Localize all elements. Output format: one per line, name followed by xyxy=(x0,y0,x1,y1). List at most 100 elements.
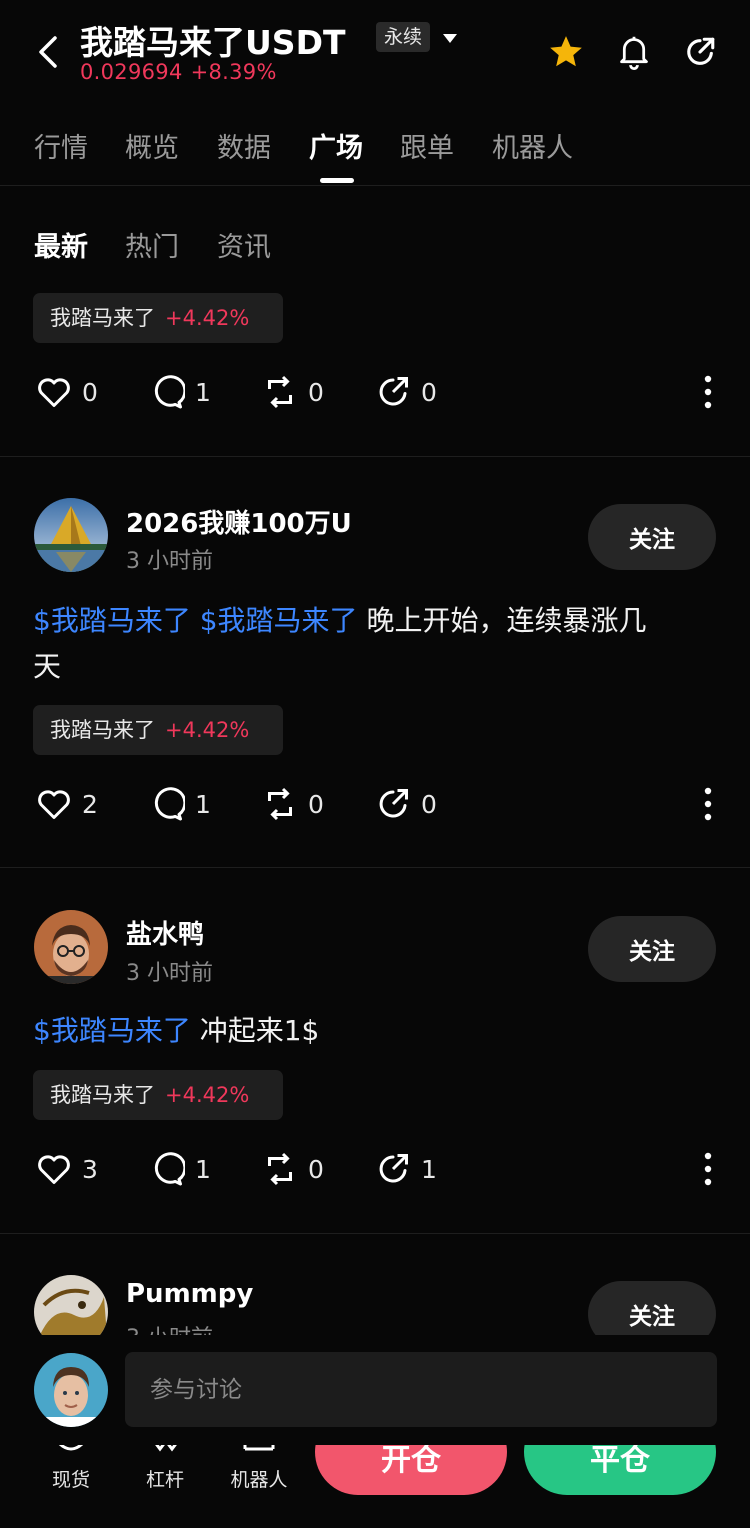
comment-bubble-icon xyxy=(154,1152,185,1186)
like-button[interactable]: 2 xyxy=(36,779,98,829)
post-text-body: 冲起来1$ xyxy=(190,1014,320,1047)
comment-button[interactable]: 1 xyxy=(149,779,211,829)
post-time: 3 小时前 xyxy=(126,549,213,574)
tab-overview[interactable]: 概览 xyxy=(125,126,179,165)
follow-button[interactable]: 关注 xyxy=(588,916,716,982)
post-actions: 2 1 0 0 xyxy=(0,779,750,829)
subtab-news[interactable]: 资讯 xyxy=(217,225,271,264)
my-avatar[interactable] xyxy=(34,1353,108,1427)
close-position-button[interactable]: 平仓 xyxy=(524,1445,716,1495)
share-count: 0 xyxy=(421,377,437,407)
share-count: 1 xyxy=(421,1154,437,1184)
comment-button[interactable]: 1 xyxy=(149,1144,211,1194)
bell-icon[interactable] xyxy=(612,30,656,74)
heart-icon xyxy=(38,378,70,407)
man-avatar-image xyxy=(34,910,108,984)
post-text-body: 晚上开始，连续暴涨几 xyxy=(357,604,647,637)
tab-square[interactable]: 广场 xyxy=(309,126,363,165)
mountain-avatar-image xyxy=(34,498,108,572)
coin-tag-name: 我踏马来了 xyxy=(50,306,155,330)
nav-bot[interactable]: 机器人 xyxy=(214,1445,304,1528)
header: 我踏马来了USDT 永续 0.029694 +8.39% xyxy=(0,0,750,100)
share-arrow-icon xyxy=(379,1154,408,1183)
comment-count: 1 xyxy=(195,1154,211,1184)
post-divider xyxy=(0,456,750,457)
share-count: 0 xyxy=(421,789,437,819)
subtab-hot[interactable]: 热门 xyxy=(125,225,179,264)
avatar[interactable] xyxy=(34,910,108,984)
post-actions: 0 1 0 0 xyxy=(0,367,750,417)
heart-icon xyxy=(38,1155,70,1184)
follow-button[interactable]: 关注 xyxy=(588,504,716,570)
more-options-icon[interactable] xyxy=(696,779,720,829)
nav-margin[interactable]: 杠杆 xyxy=(120,1445,210,1528)
repost-icon xyxy=(268,1152,292,1186)
like-count: 2 xyxy=(82,789,98,819)
user-avatar-image xyxy=(34,1353,108,1427)
repost-count: 0 xyxy=(308,789,324,819)
tab-copy-trading[interactable]: 跟单 xyxy=(400,126,454,165)
post-text: $我踏马来了 $我踏马来了 晚上开始，连续暴涨几天 xyxy=(33,598,723,690)
nav-margin-label: 杠杆 xyxy=(145,1469,184,1491)
tab-data[interactable]: 数据 xyxy=(217,126,271,165)
comment-count: 1 xyxy=(195,377,211,407)
favorite-star-icon[interactable] xyxy=(544,30,588,74)
coin-tag-name: 我踏马来了 xyxy=(50,718,155,742)
tab-bots[interactable]: 机器人 xyxy=(492,126,573,165)
share-post-button[interactable]: 1 xyxy=(375,1144,437,1194)
comment-input[interactable] xyxy=(125,1352,717,1427)
share-post-button[interactable]: 0 xyxy=(375,367,437,417)
like-button[interactable]: 0 xyxy=(36,367,98,417)
share-arrow-icon xyxy=(379,377,408,406)
nav-spot-label: 现货 xyxy=(51,1469,90,1491)
coin-mention-link[interactable]: $我踏马来了 xyxy=(33,1014,191,1047)
post-text-body-cont: 天 xyxy=(33,650,62,683)
comment-bar xyxy=(0,1335,750,1445)
like-button[interactable]: 3 xyxy=(36,1144,98,1194)
price-change: +8.39% xyxy=(190,60,277,84)
subtab-latest[interactable]: 最新 xyxy=(34,225,88,264)
username[interactable]: 盐水鸭 xyxy=(126,914,204,951)
page-title: 我踏马来了USDT xyxy=(80,23,346,62)
nav-spot[interactable]: 现货 xyxy=(26,1445,116,1528)
repost-count: 0 xyxy=(308,1154,324,1184)
main-tabs: 行情 概览 数据 广场 跟单 机器人 xyxy=(0,112,750,186)
open-position-button[interactable]: 开仓 xyxy=(315,1445,507,1495)
repost-icon xyxy=(268,787,292,821)
post-time: 3 小时前 xyxy=(126,961,213,986)
username[interactable]: Pummpy xyxy=(126,1279,253,1309)
caret-down-icon[interactable] xyxy=(442,30,458,49)
post-divider xyxy=(0,1233,750,1234)
post-text: $我踏马来了 冲起来1$ xyxy=(33,1008,723,1054)
post-actions: 3 1 0 1 xyxy=(0,1144,750,1194)
coin-tag-chip[interactable]: 我踏马来了 +4.42% xyxy=(33,293,283,343)
repost-button[interactable]: 0 xyxy=(262,367,324,417)
coin-tag-chip[interactable]: 我踏马来了 +4.42% xyxy=(33,705,283,755)
like-count: 3 xyxy=(82,1154,98,1184)
username[interactable]: 2026我赚100万U xyxy=(126,503,352,540)
comment-button[interactable]: 1 xyxy=(149,367,211,417)
comment-bubble-icon xyxy=(154,787,185,821)
like-count: 0 xyxy=(82,377,98,407)
more-options-icon[interactable] xyxy=(696,1144,720,1194)
nav-bot-label: 机器人 xyxy=(230,1469,288,1491)
share-post-button[interactable]: 0 xyxy=(375,779,437,829)
coin-tag-chip[interactable]: 我踏马来了 +4.42% xyxy=(33,1070,283,1120)
spot-icon xyxy=(26,1445,116,1457)
back-arrow-icon xyxy=(39,36,57,68)
last-price: 0.029694 xyxy=(80,60,183,84)
tab-market[interactable]: 行情 xyxy=(34,126,88,165)
bot-icon xyxy=(214,1445,304,1457)
back-button[interactable] xyxy=(28,30,68,74)
coin-mention-link[interactable]: $我踏马来了 xyxy=(33,604,191,637)
avatar[interactable] xyxy=(34,498,108,572)
share-icon[interactable] xyxy=(678,30,722,74)
more-options-icon[interactable] xyxy=(696,367,720,417)
coin-mention-link[interactable]: $我踏马来了 xyxy=(200,604,358,637)
repost-button[interactable]: 0 xyxy=(262,1144,324,1194)
repost-button[interactable]: 0 xyxy=(262,779,324,829)
heart-icon xyxy=(38,790,70,819)
price-line: 0.029694 +8.39% xyxy=(80,60,277,84)
share-arrow-icon xyxy=(379,789,408,818)
perpetual-badge: 永续 xyxy=(376,22,431,52)
